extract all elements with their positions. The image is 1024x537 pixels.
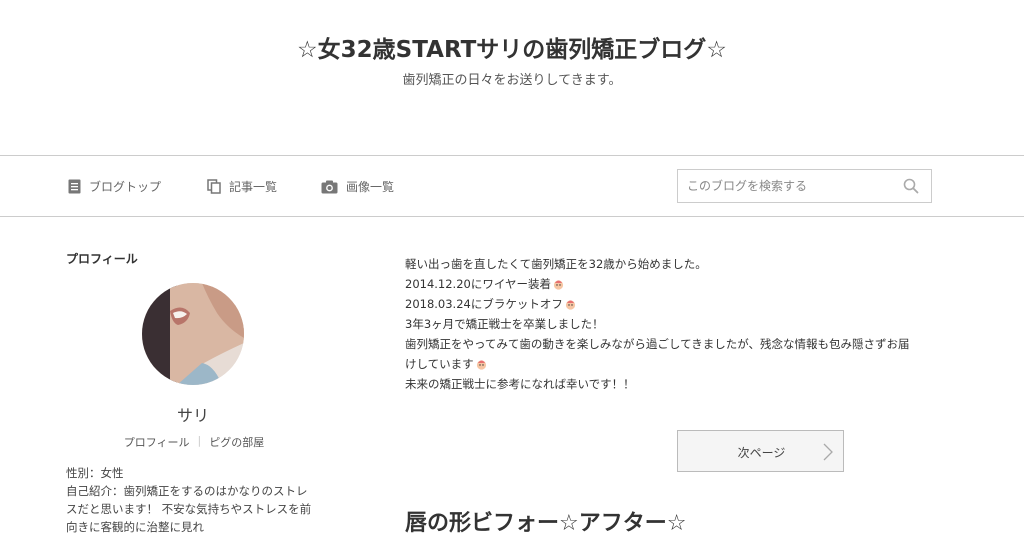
pigg-room-link[interactable]: ピグの部屋 [209,434,264,450]
face-emoji-icon [553,280,564,290]
nav-article-list-label: 記事一覧 [229,180,278,194]
intro-text: 軽い出っ歯を直したくて歯列矯正を32歳から始めました。 2014.12.20にワ… [405,254,945,394]
blog-search-box [677,169,932,203]
blog-search-input[interactable] [678,171,903,201]
profile-name[interactable]: サリ [142,402,244,426]
nav-blog-top[interactable]: ブログトップ [68,178,161,195]
intro-line: 歯列矯正をやってみて歯の動きを楽しみながら過ごしてきましたが、残念な情報も包み隠… [405,337,910,351]
profile-link[interactable]: プロフィール [124,434,190,450]
copy-icon [207,179,221,194]
profile-heading: プロフィール [66,252,138,266]
intro-line: 3年3ヶ月で矯正戦士を卒業しました！ [405,317,604,331]
document-icon [68,179,81,194]
intro-line: 2014.12.20にワイヤー装着 [405,274,945,294]
nav-article-list[interactable]: 記事一覧 [207,178,277,195]
chevron-right-icon [823,443,833,461]
profile-bio-line: 向きに客観的に治整に見れ [66,520,204,534]
intro-line: 軽い出っ歯を直したくて歯列矯正を32歳から始めました。 [405,257,707,271]
blog-description: 歯列矯正の日々をお送りしてきます。 [402,73,622,88]
blog-title[interactable]: ☆女32歳STARTサリの歯列矯正ブログ☆ [0,30,1024,64]
next-page-label: 次ページ [737,446,786,460]
blog-header: ☆女32歳STARTサリの歯列矯正ブログ☆ 歯列矯正の日々をお送りしてきます。 [0,0,1024,155]
profile-links: プロフィール | ピグの部屋 [66,434,322,450]
search-icon[interactable] [903,178,919,194]
profile-bio: 性別：女性 自己紹介：歯列矯正をするのはかなりのストレ スだと思います！ 不安な… [66,464,326,536]
nav-blog-top-label: ブログトップ [89,180,162,194]
profile-bio-line: 自己紹介：歯列矯正をするのはかなりのストレ [66,484,308,498]
blog-navbar: ブログトップ 記事一覧 画像一覧 [0,155,1024,217]
profile-bio-line: 性別：女性 [66,466,124,480]
intro-line: けしています [405,354,945,374]
profile-bio-line: スだと思います！ 不安な気持ちやストレスを前 [66,502,312,516]
face-emoji-icon [565,300,575,310]
intro-line: 2018.03.24にブラケットオフ [405,294,945,314]
nav-image-list[interactable]: 画像一覧 [321,178,394,195]
link-separator: | [197,434,202,447]
intro-line: 未来の矯正戦士に参考になれば幸いです！！ [405,377,635,391]
next-page-button[interactable]: 次ページ [677,430,844,472]
post-title[interactable]: 唇の形ビフォー☆アフター☆ [405,505,686,537]
avatar[interactable] [142,283,244,385]
camera-icon [321,180,338,193]
face-emoji-icon [476,360,486,370]
nav-image-list-label: 画像一覧 [346,180,395,194]
